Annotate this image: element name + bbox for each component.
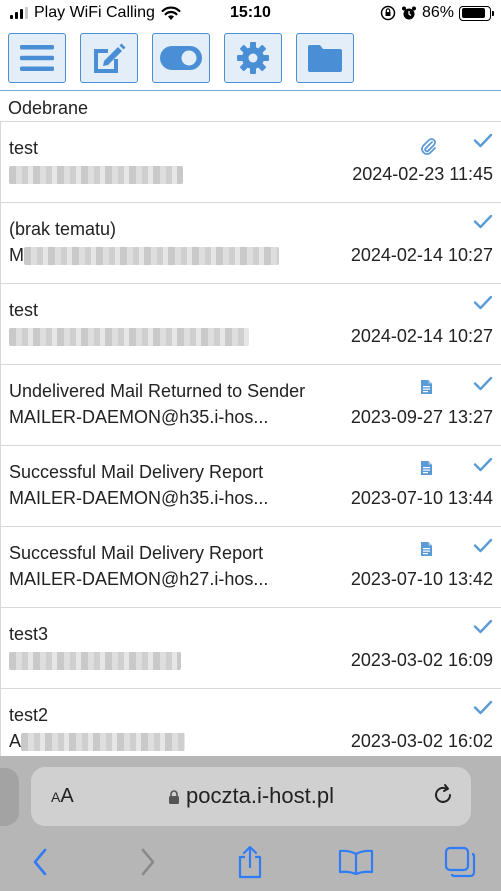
read-check-icon (473, 295, 493, 310)
battery-icon (459, 5, 494, 21)
compose-icon (94, 43, 126, 73)
redacted-sender (9, 328, 249, 347)
folder-title: Odebrane (0, 92, 501, 122)
message-subject: (brak tematu) (9, 219, 117, 239)
document-icon (421, 461, 432, 475)
status-right: 86% (380, 4, 494, 22)
menu-button[interactable] (8, 33, 66, 83)
message-row[interactable]: test2 A 2023-03-02 16:02 (1, 689, 501, 756)
message-date: 2024-02-14 10:27 (350, 245, 493, 265)
url-display[interactable]: poczta.i-host.pl (31, 783, 471, 809)
bookmarks-icon (338, 849, 374, 876)
folders-button[interactable] (296, 33, 354, 83)
message-date: 2023-03-02 16:02 (350, 731, 493, 751)
message-row[interactable]: Successful Mail Delivery Report MAILER-D… (1, 446, 501, 527)
message-date: 2024-02-14 10:27 (350, 326, 493, 346)
message-subject: test2 (9, 705, 49, 725)
share-icon (238, 845, 262, 879)
status-bar: Play WiFi Calling 15:10 86% (0, 0, 501, 28)
read-check-icon (473, 376, 493, 391)
toggle-icon (160, 46, 202, 70)
address-bar[interactable]: AA poczta.i-host.pl (31, 767, 471, 826)
message-row[interactable]: test 2024-02-14 10:27 (1, 284, 501, 365)
bookmarks-button[interactable] (338, 844, 374, 880)
tabs-button[interactable] (442, 844, 478, 880)
redacted-sender (9, 166, 183, 185)
message-row[interactable]: (brak tematu) M 2024-02-14 10:27 (1, 203, 501, 284)
message-row[interactable]: Successful Mail Delivery Report MAILER-D… (1, 527, 501, 608)
read-check-icon (473, 457, 493, 472)
tabs-icon (444, 846, 476, 878)
message-sender: MAILER-DAEMON@h35.i-hos... (9, 488, 269, 508)
message-date: 2023-09-27 13:27 (350, 407, 493, 427)
message-subject: Undelivered Mail Returned to Sender (9, 381, 306, 401)
orientation-lock-icon (380, 5, 396, 21)
document-icon (421, 542, 432, 556)
sender-text: A (9, 731, 22, 751)
back-button[interactable] (22, 844, 58, 880)
redacted-sender (9, 652, 181, 671)
read-check-icon (473, 538, 493, 553)
clock: 15:10 (230, 4, 271, 21)
toolbar-divider (0, 90, 501, 91)
message-sender: MAILER-DAEMON@h35.i-hos... (9, 407, 269, 427)
redacted-sender (21, 733, 186, 752)
back-icon (33, 848, 47, 876)
document-icon (421, 380, 432, 394)
status-left: Play WiFi Calling (10, 4, 181, 22)
menu-icon (20, 45, 54, 71)
signal-icon (10, 7, 28, 19)
mail-toolbar (0, 30, 501, 90)
wifi-icon (161, 6, 181, 20)
message-date: 2023-07-10 13:44 (350, 488, 493, 508)
read-check-icon (473, 619, 493, 634)
message-date: 2024-02-23 11:45 (352, 164, 493, 184)
settings-button[interactable] (224, 33, 282, 83)
carrier-label: Play WiFi Calling (34, 4, 155, 21)
message-subject: Successful Mail Delivery Report (9, 462, 264, 482)
folder-icon (308, 45, 342, 72)
message-row[interactable]: test3 2023-03-02 16:09 (1, 608, 501, 689)
forward-button[interactable] (130, 844, 166, 880)
message-date: 2023-03-02 16:09 (350, 650, 493, 670)
sender-text: M (9, 245, 24, 265)
message-list[interactable]: test 2024-02-23 11:45 (brak tematu) M 20… (0, 122, 501, 756)
previous-tab-peek[interactable] (0, 768, 19, 826)
battery-percent: 86% (421, 4, 454, 21)
message-sender: M (9, 245, 279, 266)
message-row[interactable]: test 2024-02-23 11:45 (1, 122, 501, 203)
share-button[interactable] (232, 844, 268, 880)
compose-button[interactable] (80, 33, 138, 83)
read-check-icon (473, 133, 493, 148)
paperclip-icon (421, 138, 436, 155)
reload-icon[interactable] (431, 783, 455, 807)
message-sender (9, 650, 181, 671)
message-subject: test3 (9, 624, 49, 644)
lock-icon (169, 790, 180, 804)
message-subject: test (9, 300, 39, 320)
message-sender: A (9, 731, 186, 752)
toggle-button[interactable] (152, 33, 210, 83)
message-row[interactable]: Undelivered Mail Returned to Sender MAIL… (1, 365, 501, 446)
url-text: poczta.i-host.pl (186, 783, 334, 808)
read-check-icon (473, 214, 493, 229)
message-sender (9, 164, 183, 185)
message-date: 2023-07-10 13:42 (350, 569, 493, 589)
message-subject: test (9, 138, 39, 158)
message-sender (9, 326, 249, 347)
alarm-icon (401, 6, 416, 20)
gear-icon (237, 42, 269, 74)
browser-toolbar: AA poczta.i-host.pl (0, 756, 501, 891)
forward-icon (141, 848, 155, 876)
read-check-icon (473, 700, 493, 715)
message-subject: Successful Mail Delivery Report (9, 543, 264, 563)
message-sender: MAILER-DAEMON@h27.i-hos... (9, 569, 269, 589)
redacted-sender (24, 247, 279, 266)
